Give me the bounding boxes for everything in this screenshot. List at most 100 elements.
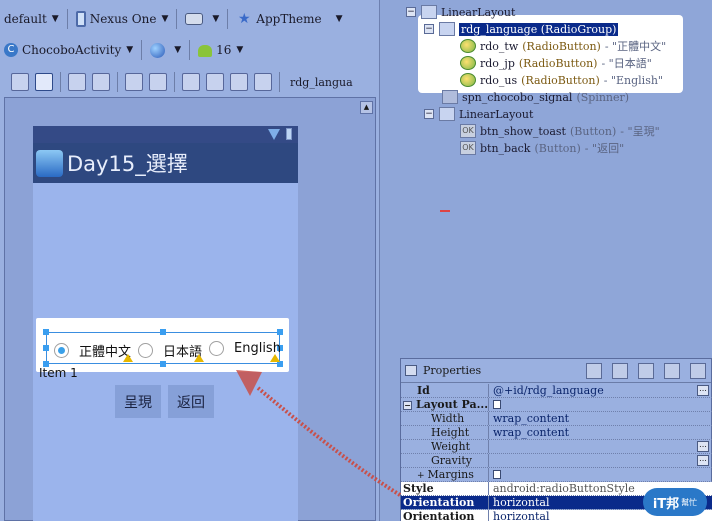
property-value[interactable] xyxy=(488,454,697,467)
button-icon: OK xyxy=(460,124,476,138)
margins-icon[interactable] xyxy=(125,73,143,91)
baseline-icon[interactable] xyxy=(230,73,248,91)
globe-icon xyxy=(150,42,166,58)
tree-node-type: (RadioButton) xyxy=(518,56,598,70)
advanced-icon[interactable] xyxy=(638,363,654,379)
sort-az-icon[interactable] xyxy=(612,363,628,379)
api-level-dropdown[interactable]: 16 ▼ xyxy=(194,39,247,61)
tree-node-name: btn_back xyxy=(480,141,531,155)
ellipsis-button[interactable]: ... xyxy=(697,441,709,452)
orientation-dropdown[interactable]: ▼ xyxy=(181,8,223,30)
spinner-item[interactable]: Item 1 xyxy=(39,366,78,380)
property-row-gravity[interactable]: Gravity ... xyxy=(401,454,712,468)
weight-icon[interactable] xyxy=(206,73,224,91)
star-icon: ★ xyxy=(238,11,251,27)
rotate-icon xyxy=(185,13,204,25)
property-value[interactable] xyxy=(488,440,697,453)
tree-node-rdo-jp[interactable]: rdo_jp (RadioButton) - "日本語" xyxy=(460,55,652,71)
distribute-weights-icon[interactable] xyxy=(182,73,200,91)
toolbar-separator xyxy=(279,72,280,92)
tree-node-name: rdo_tw xyxy=(480,39,519,53)
property-key: Height xyxy=(431,426,470,439)
android-icon xyxy=(198,45,213,57)
locale-dropdown[interactable]: ▼ xyxy=(146,39,185,61)
resize-handle[interactable] xyxy=(43,329,49,335)
property-row-weight[interactable]: Weight ... xyxy=(401,440,712,454)
button-icon: OK xyxy=(460,141,476,155)
property-key: Orientation xyxy=(403,510,475,521)
expand-all-icon[interactable] xyxy=(664,363,680,379)
property-key: Width xyxy=(431,412,465,425)
horizontal-layout-icon[interactable] xyxy=(11,73,29,91)
gravity-icon[interactable] xyxy=(149,73,167,91)
clear-weights-icon[interactable] xyxy=(254,73,272,91)
device-dropdown[interactable]: Nexus One ▼ xyxy=(72,8,173,30)
checkbox[interactable] xyxy=(493,470,501,479)
property-value[interactable] xyxy=(488,398,712,411)
radio-button-jp[interactable]: 日本語 xyxy=(138,341,202,360)
action-bar: Day15_選擇 xyxy=(33,143,298,183)
property-value[interactable]: wrap_content xyxy=(488,426,712,439)
property-row-width[interactable]: Width wrap_content xyxy=(401,412,712,426)
tree-node-btn-back[interactable]: OK btn_back (Button) - "返回" xyxy=(460,140,624,156)
vertical-layout-icon[interactable] xyxy=(35,73,53,91)
radio-group-icon xyxy=(439,22,455,36)
toolbar-row-activity: C ChocoboActivity ▼ ▼ 16 ▼ xyxy=(0,37,247,63)
property-value[interactable]: @+id/rdg_language xyxy=(488,384,697,397)
fill-width-icon[interactable] xyxy=(68,73,86,91)
tree-node-rdo-us[interactable]: rdo_us (RadioButton) - "English" xyxy=(460,72,663,88)
device-label: Nexus One xyxy=(89,12,157,26)
resize-handle[interactable] xyxy=(160,361,166,367)
tree-node-type: (RadioButton) xyxy=(521,73,600,87)
resize-handle[interactable] xyxy=(43,345,49,351)
activity-dropdown[interactable]: C ChocoboActivity ▼ xyxy=(0,39,137,61)
tree-node-spinner[interactable]: spn_chocobo_signal (Spinner) xyxy=(442,89,629,105)
property-key: Orientation xyxy=(401,496,488,509)
property-value[interactable]: wrap_content xyxy=(488,412,712,425)
show-toast-button[interactable]: 呈現 xyxy=(115,385,161,418)
config-dropdown[interactable]: default ▼ xyxy=(0,8,63,30)
resize-handle[interactable] xyxy=(277,329,283,335)
toolbar-separator xyxy=(174,72,175,92)
filter-icon[interactable] xyxy=(586,363,602,379)
ellipsis-button[interactable]: ... xyxy=(697,385,709,396)
tree-node-value: - "日本語" xyxy=(601,57,652,70)
property-row-layout-params[interactable]: − Layout Pa... xyxy=(401,398,712,412)
property-key: Style xyxy=(403,482,434,495)
api-level-label: 16 xyxy=(216,43,232,57)
theme-dropdown[interactable]: ★ AppTheme ▼ xyxy=(232,8,346,30)
collapse-all-icon[interactable] xyxy=(690,363,706,379)
chevron-down-icon: ▼ xyxy=(236,45,244,55)
fill-height-icon[interactable] xyxy=(92,73,110,91)
tree-node-linearlayout-buttons[interactable]: − LinearLayout xyxy=(424,106,533,122)
radio-group-preview[interactable]: 正體中文 日本語 English xyxy=(36,318,289,372)
collapse-icon[interactable]: − xyxy=(406,7,416,17)
property-row-margins[interactable]: + Margins xyxy=(401,468,712,482)
scroll-up-arrow-icon[interactable]: ▲ xyxy=(360,101,373,114)
collapse-icon[interactable]: − xyxy=(424,24,434,34)
tree-node-rdg-language[interactable]: − rdg_language (RadioGroup) xyxy=(424,21,619,37)
config-label: default xyxy=(4,12,47,26)
checkbox[interactable] xyxy=(493,400,501,409)
tree-node-name: btn_show_toast xyxy=(480,124,566,138)
properties-toolbar xyxy=(581,363,711,379)
tree-node-type: (RadioButton) xyxy=(522,39,601,53)
property-value[interactable] xyxy=(488,468,712,481)
radio-button-tw[interactable]: 正體中文 xyxy=(54,341,131,360)
tree-node-rdo-tw[interactable]: rdo_tw (RadioButton) - "正體中文" xyxy=(460,38,666,54)
property-key: Gravity xyxy=(431,454,472,467)
ellipsis-button[interactable]: ... xyxy=(697,455,709,466)
collapse-icon[interactable]: − xyxy=(424,109,434,119)
tree-node-btn-show-toast[interactable]: OK btn_show_toast (Button) - "呈現" xyxy=(460,123,660,139)
tree-node-name: rdg_language (RadioGroup) xyxy=(459,22,619,36)
collapse-icon: − xyxy=(403,400,412,410)
back-button[interactable]: 返回 xyxy=(168,385,214,418)
property-row-height[interactable]: Height wrap_content xyxy=(401,426,712,440)
property-row-id[interactable]: Id @+id/rdg_language ... xyxy=(401,384,712,398)
layout-name-label: rdg_langua xyxy=(290,75,353,89)
tree-node-linearlayout-root[interactable]: − LinearLayout xyxy=(406,4,515,20)
resize-handle[interactable] xyxy=(160,329,166,335)
design-canvas[interactable]: ▲ Day15_選擇 xyxy=(4,97,376,521)
properties-icon xyxy=(405,365,417,376)
tree-node-name: spn_chocobo_signal xyxy=(462,90,573,104)
